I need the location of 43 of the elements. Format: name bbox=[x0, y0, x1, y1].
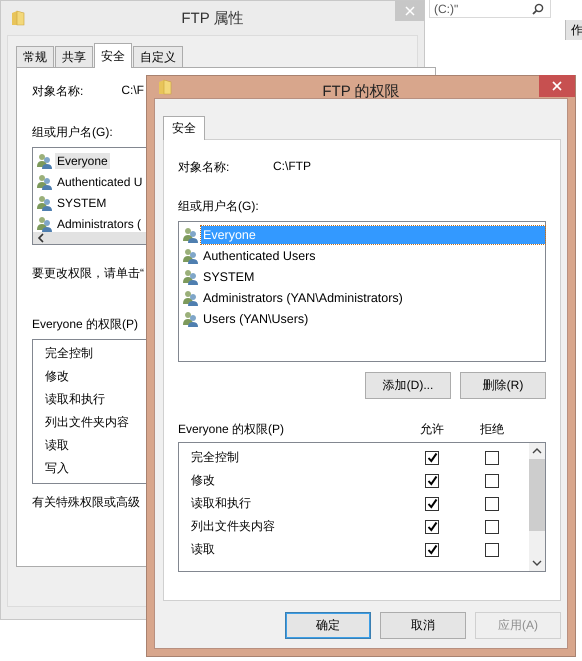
permission-name: 列出文件夹内容 bbox=[44, 415, 129, 431]
permission-name: 修改 bbox=[190, 472, 216, 489]
permission-name: 读取 bbox=[190, 541, 216, 558]
dialog-button[interactable]: 删除(R) bbox=[460, 372, 546, 399]
list-item[interactable]: Everyone bbox=[55, 152, 110, 168]
permission-name: 读取和执行 bbox=[44, 392, 105, 408]
permission-name: 完全控制 bbox=[44, 346, 93, 362]
hint-text: 要更改权限，请单击“ bbox=[32, 265, 144, 282]
field-label: 组或用户名(G): bbox=[32, 124, 113, 141]
object-path: C:\FTP bbox=[273, 159, 311, 175]
list-item[interactable]: Administrators ( bbox=[55, 216, 144, 232]
tab[interactable]: 共享 bbox=[55, 46, 93, 67]
tab[interactable]: 自定义 bbox=[133, 46, 183, 67]
permission-name: 读取 bbox=[44, 438, 69, 454]
list-item[interactable]: SYSTEM bbox=[55, 194, 108, 210]
permission-name: 读取和执行 bbox=[190, 495, 252, 512]
hint-text: 有关特殊权限或高级 bbox=[32, 494, 140, 511]
tab[interactable]: 安全 bbox=[163, 116, 205, 140]
permission-name: 列出文件夹内容 bbox=[190, 518, 276, 535]
tab[interactable]: 安全 bbox=[94, 43, 132, 68]
field-label: Everyone 的权限(P) bbox=[178, 420, 286, 438]
window-title: FTP 属性 bbox=[181, 9, 244, 28]
column-header: 允许 bbox=[419, 420, 445, 438]
list-item[interactable]: Administrators (YAN\Administrators) bbox=[201, 288, 405, 306]
dialog-button[interactable]: 取消 bbox=[380, 612, 466, 639]
list-item[interactable]: SYSTEM bbox=[201, 268, 256, 286]
permission-name: 完全控制 bbox=[190, 449, 240, 466]
permission-name: 写入 bbox=[44, 461, 69, 477]
window-title: FTP 的权限 bbox=[322, 82, 400, 101]
field-label: Everyone 的权限(P) bbox=[32, 316, 138, 333]
list-item[interactable]: Authenticated Users bbox=[201, 246, 318, 264]
field-label: 组或用户名(G): bbox=[178, 198, 259, 215]
list-item[interactable]: Authenticated U bbox=[55, 174, 144, 190]
search-field[interactable]: (C:)" bbox=[429, 0, 551, 18]
list-item[interactable]: Users (YAN\Users) bbox=[201, 310, 310, 328]
dialog-button[interactable]: 确定 bbox=[285, 612, 371, 639]
object-path: C:\F bbox=[121, 83, 144, 99]
dialog-button[interactable]: 添加(D)... bbox=[365, 372, 451, 399]
tab[interactable]: 常规 bbox=[16, 46, 54, 67]
field-label: 对象名称: bbox=[178, 159, 230, 176]
column-header: 拒绝 bbox=[479, 420, 505, 438]
field-label: 对象名称: bbox=[32, 83, 84, 100]
permission-name: 修改 bbox=[44, 369, 69, 385]
